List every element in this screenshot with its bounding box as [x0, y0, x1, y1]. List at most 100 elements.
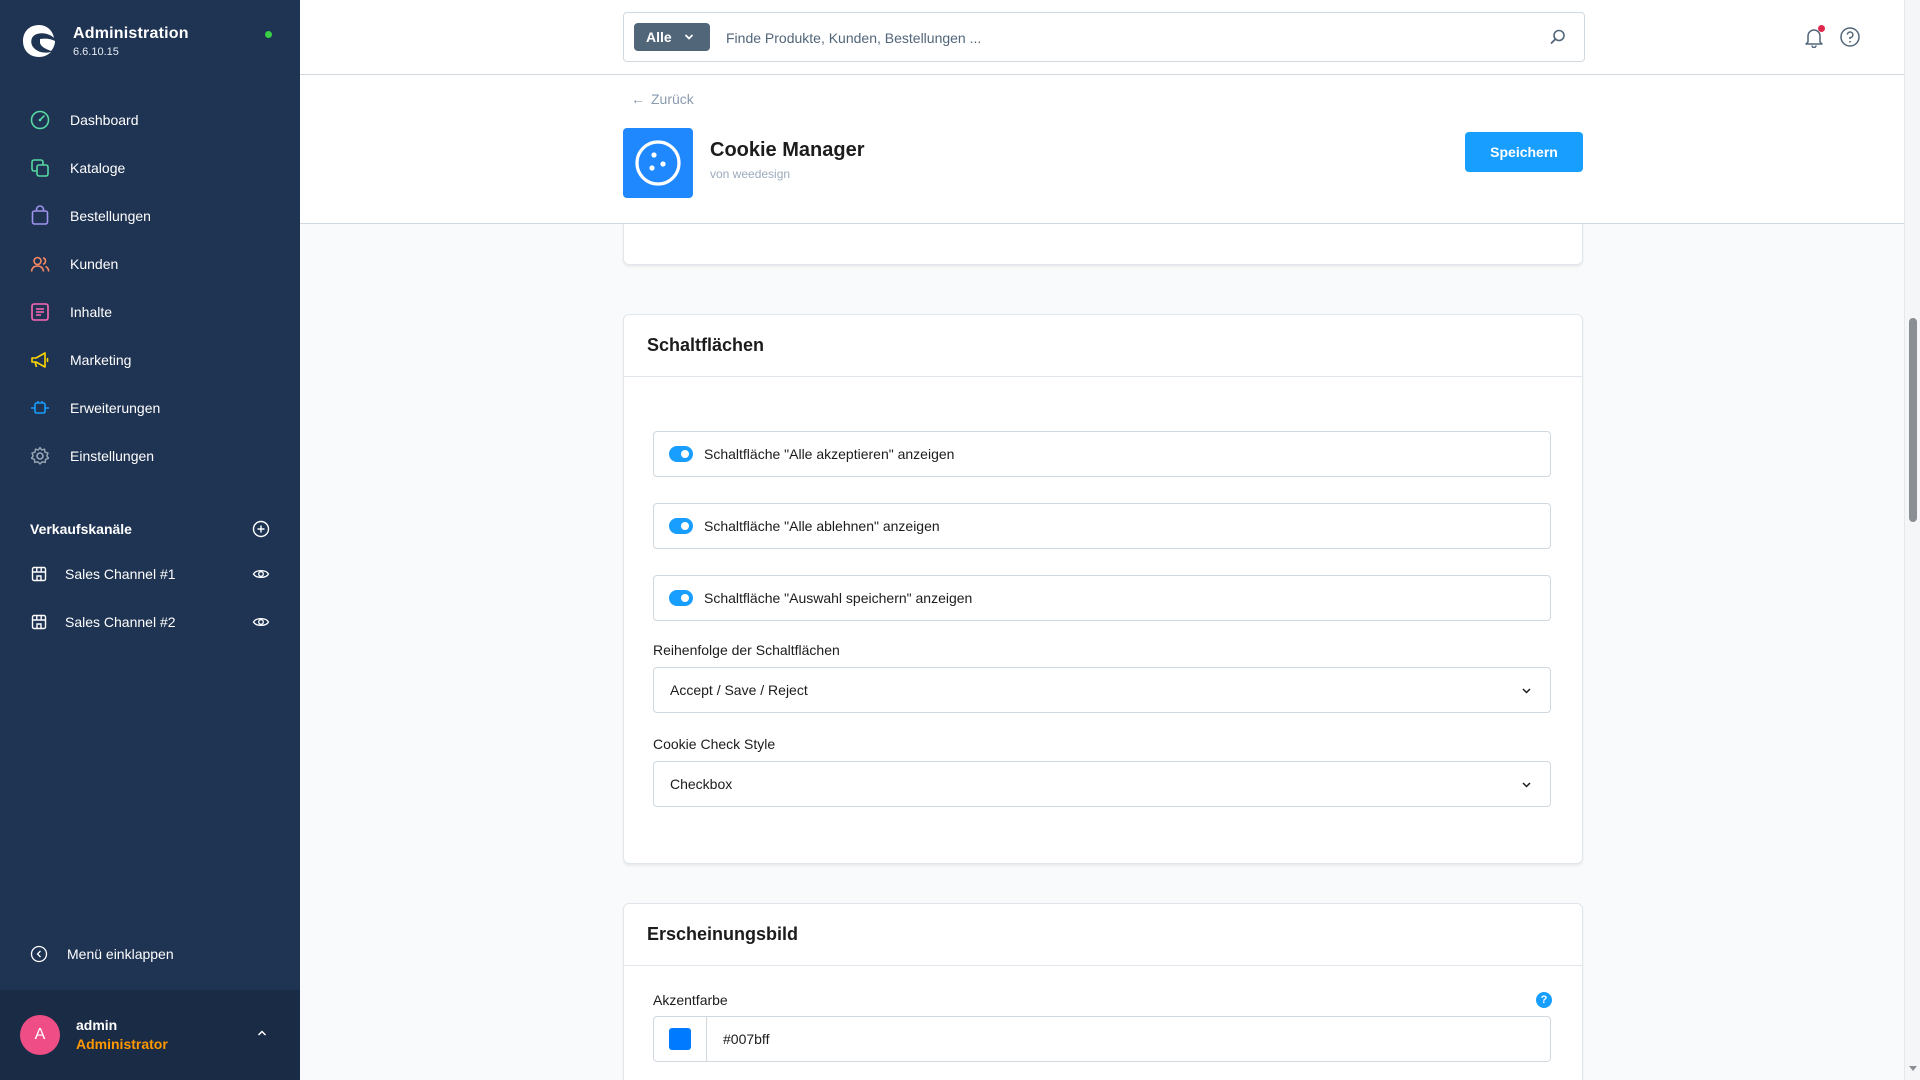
- add-sales-channel-icon[interactable]: [252, 520, 270, 538]
- marketing-icon: [29, 349, 51, 371]
- nav-item-content[interactable]: Inhalte: [0, 288, 300, 336]
- page-scrollbar[interactable]: [1904, 0, 1920, 1080]
- brand-title: Administration: [73, 24, 189, 42]
- settings-icon: [29, 445, 51, 467]
- toggle-switch[interactable]: [669, 518, 693, 534]
- chevron-left-circle-icon: [30, 945, 48, 963]
- nav-label: Kunden: [70, 256, 119, 272]
- customers-icon: [29, 253, 51, 275]
- avatar: A: [20, 1015, 60, 1055]
- global-search: Alle: [623, 12, 1585, 62]
- button-order-label: Reihenfolge der Schaltflächen: [653, 642, 840, 658]
- orders-icon: [29, 205, 51, 227]
- help-icon[interactable]: [1839, 26, 1861, 48]
- cookie-icon: [635, 140, 681, 186]
- sales-channel-item[interactable]: Sales Channel #2: [0, 598, 300, 646]
- eye-icon[interactable]: [252, 565, 270, 583]
- nav-item-extensions[interactable]: Erweiterungen: [0, 384, 300, 432]
- button-order-select[interactable]: Accept / Save / Reject: [653, 667, 1551, 713]
- shopware-logo-icon: [23, 25, 55, 57]
- select-value: Accept / Save / Reject: [670, 682, 808, 698]
- top-bar: Alle: [300, 0, 1904, 75]
- brand-version: 6.6.10.15: [73, 45, 119, 58]
- nav-item-customers[interactable]: Kunden: [0, 240, 300, 288]
- sales-channels-header: Verkaufskanäle: [30, 520, 270, 538]
- accent-color-picker[interactable]: #007bff: [653, 1016, 1551, 1062]
- arrow-left-icon: ←: [631, 91, 645, 107]
- nav-item-settings[interactable]: Einstellungen: [0, 432, 300, 480]
- nav-item-orders[interactable]: Bestellungen: [0, 192, 300, 240]
- nav-label: Dashboard: [70, 112, 139, 128]
- search-type-select[interactable]: Alle: [634, 23, 710, 51]
- user-menu[interactable]: A admin Administrator: [0, 990, 300, 1080]
- back-link[interactable]: ← Zurück: [631, 91, 694, 107]
- nav-label: Kataloge: [70, 160, 126, 176]
- buttons-card-title: Schaltflächen: [624, 315, 1582, 377]
- nav-label: Einstellungen: [70, 448, 155, 464]
- nav-label: Bestellungen: [70, 208, 151, 224]
- main-navigation: Dashboard Kataloge Bestellungen Kunden I…: [0, 96, 300, 480]
- nav-label: Marketing: [70, 352, 132, 368]
- scrollbar-thumb[interactable]: [1909, 318, 1917, 522]
- brand[interactable]: Administration 6.6.10.15: [20, 22, 189, 60]
- switch-accept-all[interactable]: Schaltfläche "Alle akzeptieren" anzeigen: [653, 431, 1551, 477]
- switch-label: Schaltfläche "Alle ablehnen" anzeigen: [704, 518, 940, 534]
- sales-channel-item[interactable]: Sales Channel #1: [0, 550, 300, 598]
- nav-label: Erweiterungen: [70, 400, 161, 416]
- switch-label: Schaltfläche "Auswahl speichern" anzeige…: [704, 590, 973, 606]
- catalog-icon: [29, 157, 51, 179]
- sales-channel-label: Sales Channel #1: [65, 566, 176, 582]
- notification-badge: [1818, 25, 1825, 32]
- appearance-card-title: Erscheinungsbild: [624, 904, 1582, 966]
- toggle-switch[interactable]: [669, 446, 693, 462]
- page-header: ← Zurück Cookie Manager von weedesign Sp…: [300, 75, 1904, 224]
- dashboard-icon: [29, 109, 51, 131]
- switch-save-selection[interactable]: Schaltfläche "Auswahl speichern" anzeige…: [653, 575, 1551, 621]
- nav-label: Inhalte: [70, 304, 113, 320]
- accent-color-label: Akzentfarbe: [653, 992, 728, 1008]
- search-input[interactable]: [724, 23, 1528, 53]
- content-icon: [29, 301, 51, 323]
- save-button[interactable]: Speichern: [1465, 132, 1583, 172]
- appearance-card: Erscheinungsbild Akzentfarbe ? #007bff: [623, 903, 1583, 1080]
- buttons-card: Schaltflächen Schaltfläche "Alle akzepti…: [623, 314, 1583, 864]
- extensions-icon: [29, 397, 51, 419]
- color-swatch: [669, 1028, 691, 1050]
- cookie-check-style-select[interactable]: Checkbox: [653, 761, 1551, 807]
- status-indicator: [265, 31, 272, 38]
- previous-card: [623, 224, 1583, 265]
- color-swatch-button[interactable]: [654, 1017, 707, 1061]
- search-type-label: Alle: [646, 29, 672, 45]
- help-icon[interactable]: ?: [1536, 992, 1552, 1008]
- nav-item-catalogs[interactable]: Kataloge: [0, 144, 300, 192]
- scroll-down-arrow-icon[interactable]: [1909, 1066, 1917, 1071]
- accent-color-value: #007bff: [723, 1031, 770, 1047]
- storefront-icon: [31, 566, 47, 582]
- sales-channels-title: Verkaufskanäle: [30, 521, 132, 537]
- switch-reject-all[interactable]: Schaltfläche "Alle ablehnen" anzeigen: [653, 503, 1551, 549]
- chevron-down-icon: [684, 34, 693, 40]
- extension-author: von weedesign: [710, 167, 791, 181]
- sales-channel-label: Sales Channel #2: [65, 614, 176, 630]
- user-name: admin: [76, 1017, 118, 1033]
- user-role: Administrator: [76, 1036, 168, 1052]
- collapse-menu-label: Menü einklappen: [67, 946, 174, 962]
- toggle-switch[interactable]: [669, 590, 693, 606]
- cookie-check-style-label: Cookie Check Style: [653, 736, 776, 752]
- switch-label: Schaltfläche "Alle akzeptieren" anzeigen: [704, 446, 955, 462]
- back-label: Zurück: [651, 91, 694, 107]
- chevron-down-icon: [1522, 782, 1531, 788]
- select-value: Checkbox: [670, 776, 733, 792]
- sidebar: Administration 6.6.10.15 Dashboard Katal…: [0, 0, 300, 1080]
- sales-channel-list: Sales Channel #1 Sales Channel #2: [0, 550, 300, 646]
- extension-logo: [623, 128, 693, 198]
- nav-item-dashboard[interactable]: Dashboard: [0, 96, 300, 144]
- collapse-menu-button[interactable]: Menü einklappen: [30, 945, 174, 963]
- chevron-down-icon: [1522, 688, 1531, 694]
- chevron-up-icon: [257, 1030, 267, 1036]
- eye-icon[interactable]: [252, 613, 270, 631]
- search-icon[interactable]: [1549, 28, 1567, 46]
- storefront-icon: [31, 614, 47, 630]
- settings-content: Schaltflächen Schaltfläche "Alle akzepti…: [300, 224, 1904, 1080]
- nav-item-marketing[interactable]: Marketing: [0, 336, 300, 384]
